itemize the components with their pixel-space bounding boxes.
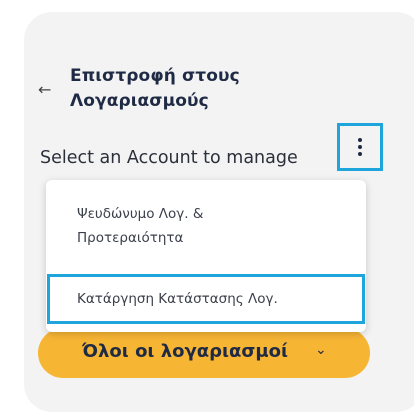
all-accounts-dropdown[interactable]: Όλοι οι λογαριασμοί ⌄ [38, 328, 370, 378]
menu-item-nickname-line-2: Προτεραιότητα [77, 230, 184, 246]
back-link-line-1: Επιστροφή στους [70, 66, 240, 86]
menu-item-nickname-priority[interactable]: Ψευδώνυμο Λογ. & Προτεραιότητα [46, 202, 366, 266]
menu-item-remove-status[interactable]: Κατάργηση Κατάστασης Λογ. [47, 274, 365, 324]
back-link-line-2: Λογαριασμούς [70, 91, 209, 111]
kebab-menu-icon [358, 138, 362, 156]
chevron-down-icon: ⌄ [315, 342, 327, 358]
more-options-button[interactable] [337, 123, 383, 171]
back-link-label: Επιστροφή στους Λογαριασμούς [70, 64, 240, 114]
options-menu: Ψευδώνυμο Λογ. & Προτεραιότητα Κατάργηση… [46, 180, 366, 332]
all-accounts-label: Όλοι οι λογαριασμοί [82, 341, 289, 362]
back-to-accounts-link[interactable]: ← Επιστροφή στους Λογαριασμούς [38, 60, 298, 120]
menu-item-nickname-label: Ψευδώνυμο Λογ. & Προτεραιότητα [77, 202, 317, 250]
select-account-label: Select an Account to manage [40, 148, 298, 168]
menu-item-nickname-line-1: Ψευδώνυμο Λογ. & [77, 206, 204, 222]
arrow-left-icon: ← [38, 80, 52, 99]
menu-item-remove-status-label: Κατάργηση Κατάστασης Λογ. [77, 291, 278, 307]
